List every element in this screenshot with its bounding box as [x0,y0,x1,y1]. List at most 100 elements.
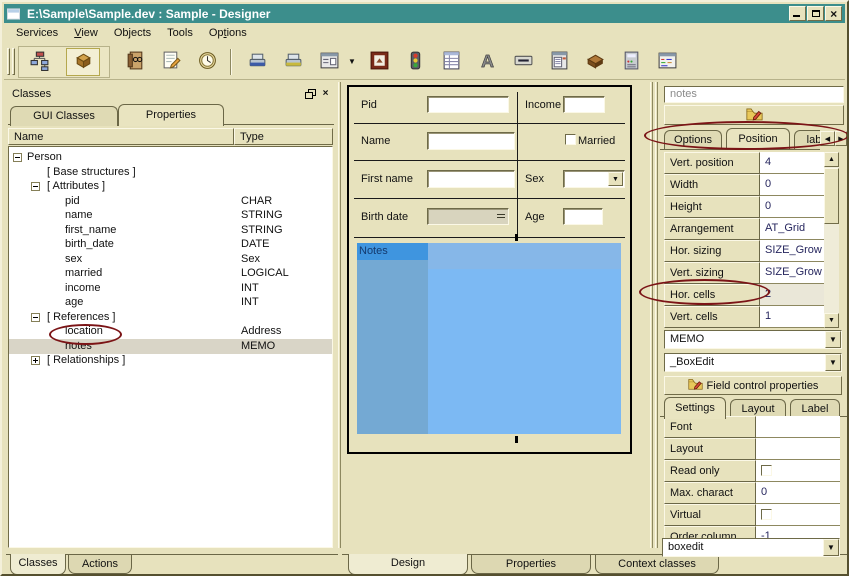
tree-row-location[interactable]: locationAddress [9,324,332,339]
tree-row-sex[interactable]: sexSex [9,252,332,267]
printer-yellow-button[interactable] [276,48,310,76]
prop-value-layout[interactable] [756,438,840,460]
tree-row-married[interactable]: marriedLOGICAL [9,266,332,281]
right-splitter[interactable] [650,82,653,548]
name-input[interactable] [427,132,515,150]
tab-options[interactable]: Options [664,130,722,150]
prop-value-vert-position[interactable]: 4 [760,152,824,174]
column-header-type[interactable]: Type [234,128,333,145]
time-clock-button[interactable] [190,48,224,76]
field-control-properties-button[interactable]: Field control properties [664,376,842,395]
chevron-down-icon[interactable]: ▼ [348,57,356,66]
tree-row-birth-date[interactable]: birth_dateDATE [9,237,332,252]
prop-value-max-charact[interactable]: 0 [756,482,840,504]
prop-value-vert-sizing[interactable]: SIZE_Grow [760,262,824,284]
collapse-icon[interactable] [13,153,22,162]
first-name-input[interactable] [427,170,515,188]
prop-value-vert-cells[interactable]: 1 [760,306,824,328]
menu-services[interactable]: Services [8,25,66,41]
tab-position[interactable]: Position [726,128,790,150]
selected-field-name[interactable]: notes [664,86,844,103]
right-splitter[interactable] [655,82,658,548]
prop-value-read-only[interactable] [756,460,840,482]
image-viewer-button[interactable] [362,48,396,76]
age-input[interactable] [563,208,603,225]
tree-row-pid[interactable]: pidCHAR [9,194,332,209]
field-type-combo[interactable]: MEMO ▼ [664,330,842,349]
prop-value-virtual[interactable] [756,504,840,526]
address-book-button[interactable] [118,48,152,76]
object-cube-button[interactable] [578,48,612,76]
notes-memo-body[interactable] [428,243,621,434]
tab-gui-classes[interactable]: GUI Classes [10,106,118,126]
tree-row-base-structures[interactable]: [ Base structures ] [9,165,332,180]
prop-value-arrangement[interactable]: AT_Grid [760,218,824,240]
tab-scroll-right-icon[interactable]: ▶ [835,131,847,146]
tree-row-attributes[interactable]: [ Attributes ] [9,179,332,194]
selection-handle[interactable] [515,234,518,241]
prop-value-height[interactable]: 0 [760,196,824,218]
tree-row-person[interactable]: Person [9,150,332,165]
font-button[interactable]: A [470,48,504,76]
sex-dropdown[interactable]: ▼ [563,170,625,188]
notes-memo-label[interactable]: Notes [357,243,428,260]
field-control-combo[interactable]: _BoxEdit ▼ [664,353,842,372]
float-panel-icon[interactable] [304,88,317,100]
prop-checkbox-virtual[interactable] [761,509,772,520]
object-browser-button[interactable] [66,48,100,76]
edit-source-button[interactable] [154,48,188,76]
scroll-down-icon[interactable]: ▼ [824,313,839,328]
tab-actions[interactable]: Actions [68,555,132,574]
chevron-down-icon[interactable]: ▼ [825,354,841,371]
tree-row-notes[interactable]: notesMEMO [9,339,332,354]
tree-row-references[interactable]: [ References ] [9,310,332,325]
tab-scroll-left-icon[interactable]: ◀ [820,131,835,146]
prop-value-hor-sizing[interactable]: SIZE_Grow [760,240,824,262]
form-design-surface[interactable]: Pid Income Name Married First name Sex ▼… [347,85,632,454]
traffic-light-button[interactable] [398,48,432,76]
toolbar-grip[interactable] [12,48,15,75]
report-table-button[interactable] [434,48,468,76]
tree-row-name[interactable]: nameSTRING [9,208,332,223]
expand-icon[interactable] [31,356,40,365]
tab-properties[interactable]: Properties [471,555,591,574]
close-panel-icon[interactable]: × [319,88,332,100]
minimize-button[interactable] [789,6,806,21]
notes-memo-side[interactable] [357,260,428,434]
title-bar[interactable]: E:\Sample\Sample.dev : Sample - Designer… [4,4,845,23]
left-splitter[interactable] [338,82,341,548]
prop-checkbox-read-only[interactable] [761,465,772,476]
prop-value-width[interactable]: 0 [760,174,824,196]
menu-view[interactable]: View [66,25,106,41]
tab-classes[interactable]: Classes [10,554,66,575]
date-picker-icon[interactable] [497,214,505,218]
chevron-down-icon[interactable]: ▼ [823,539,839,556]
scroll-up-icon[interactable]: ▲ [824,152,839,167]
tab-context-classes[interactable]: Context classes [595,555,719,574]
collapse-icon[interactable] [31,313,40,322]
column-header-name[interactable]: Name [8,128,234,145]
class-hierarchy-button[interactable] [22,48,56,76]
form-list-button[interactable] [542,48,576,76]
selection-handle[interactable] [515,436,518,443]
tab-lab[interactable]: lab [794,130,820,150]
tree-row-age[interactable]: ageINT [9,295,332,310]
menu-objects[interactable]: Objects [106,25,159,41]
scrollbar-thumb[interactable] [824,168,839,224]
pid-input[interactable] [427,96,509,113]
married-checkbox[interactable] [565,134,576,145]
tab-properties[interactable]: Properties [118,104,224,126]
tab-settings[interactable]: Settings [664,397,726,419]
chevron-down-icon[interactable]: ▼ [825,331,841,348]
printer-blue-button[interactable] [240,48,274,76]
income-input[interactable] [563,96,605,113]
menu-options[interactable]: Options [201,25,255,41]
property-scrollbar[interactable]: ▲ ▼ [824,152,839,328]
toolbar-grip[interactable] [7,48,10,75]
menu-tools[interactable]: Tools [159,25,201,41]
close-button[interactable]: × [825,6,842,21]
tree-row-relationships[interactable]: [ Relationships ] [9,353,332,368]
boxedit-combo[interactable]: boxedit ▼ [662,538,840,557]
prop-value-hor-cells[interactable]: 2 [760,284,824,306]
tab-design[interactable]: Design [348,554,468,575]
